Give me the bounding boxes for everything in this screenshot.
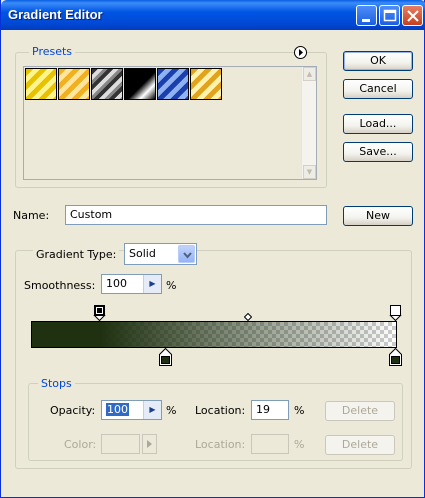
color-label: Color: (64, 438, 97, 451)
scroll-up-arrow-icon[interactable]: ▲ (303, 67, 316, 81)
opacity-location-label: Location: (195, 404, 246, 417)
close-icon (407, 10, 419, 22)
color-swatch-field[interactable] (101, 434, 140, 454)
chevron-down-icon[interactable] (178, 245, 195, 263)
stops-label: Stops (38, 377, 75, 390)
opacity-location-input[interactable]: 19 (251, 400, 289, 420)
presets-scrollbar[interactable]: ▲ ▼ (301, 67, 316, 179)
preset-swatch-silver[interactable] (91, 68, 123, 100)
opacity-stop-left-icon[interactable] (93, 304, 107, 322)
midpoint-diamond-icon[interactable] (244, 313, 252, 321)
opacity-stop-right-icon[interactable] (389, 304, 403, 322)
scroll-down-arrow-icon[interactable]: ▼ (303, 165, 316, 179)
color-location-label: Location: (195, 438, 246, 451)
minimize-icon (362, 19, 370, 22)
gradient-type-value: Solid (129, 247, 156, 260)
color-location-unit: % (294, 438, 305, 451)
close-button[interactable] (402, 5, 423, 26)
opacity-delete-button[interactable]: Delete (325, 401, 395, 421)
opacity-arrow-icon[interactable]: ▶ (143, 401, 161, 419)
new-button[interactable]: New (343, 206, 413, 226)
opacity-location-unit: % (294, 404, 305, 417)
gradient-type-label: Gradient Type: (33, 248, 120, 261)
maximize-icon (383, 9, 397, 22)
presets-label: Presets (29, 45, 76, 58)
preset-swatch-blue[interactable] (157, 68, 189, 100)
preset-swatch-orange[interactable] (58, 68, 90, 100)
window-title: Gradient Editor (8, 7, 103, 22)
play-arrow-icon (299, 49, 303, 56)
opacity-input[interactable]: 100 ▶ (101, 400, 162, 420)
presets-menu-button[interactable] (294, 46, 307, 59)
opacity-value: 100 (106, 403, 129, 416)
gradient-preview-bar[interactable] (31, 321, 397, 348)
color-stop-right-icon[interactable] (389, 348, 403, 367)
maximize-button[interactable] (379, 5, 400, 26)
minimize-button[interactable] (356, 5, 377, 26)
name-input[interactable]: Custom (65, 205, 327, 225)
preset-swatch-gold[interactable] (190, 68, 222, 100)
smoothness-label: Smoothness: (24, 279, 96, 292)
name-label: Name: (13, 209, 50, 222)
color-arrow-icon[interactable] (142, 434, 157, 454)
gradient-type-select[interactable]: Solid (124, 243, 197, 265)
presets-list[interactable]: ▲ ▼ (23, 66, 317, 180)
title-bar[interactable]: Gradient Editor (1, 0, 425, 30)
preset-swatch-black-white[interactable] (124, 68, 156, 100)
gradient-editor-window: Gradient Editor Presets ▲ ▼ OK Cancel Lo… (0, 0, 425, 498)
color-stop-left-icon[interactable] (159, 348, 173, 367)
opacity-label: Opacity: (50, 404, 96, 417)
color-location-input[interactable] (251, 434, 289, 454)
color-delete-button[interactable]: Delete (325, 435, 395, 455)
smoothness-input[interactable]: 100 ▶ (101, 274, 162, 294)
smoothness-value: 100 (106, 277, 127, 290)
save-button[interactable]: Save... (343, 142, 413, 162)
ok-button[interactable]: OK (343, 51, 413, 71)
preset-swatch-yellow[interactable] (25, 68, 57, 100)
smoothness-unit: % (166, 279, 177, 292)
load-button[interactable]: Load... (343, 114, 413, 134)
cancel-button[interactable]: Cancel (343, 79, 413, 99)
opacity-unit: % (166, 404, 177, 417)
smoothness-arrow-icon[interactable]: ▶ (143, 275, 161, 293)
